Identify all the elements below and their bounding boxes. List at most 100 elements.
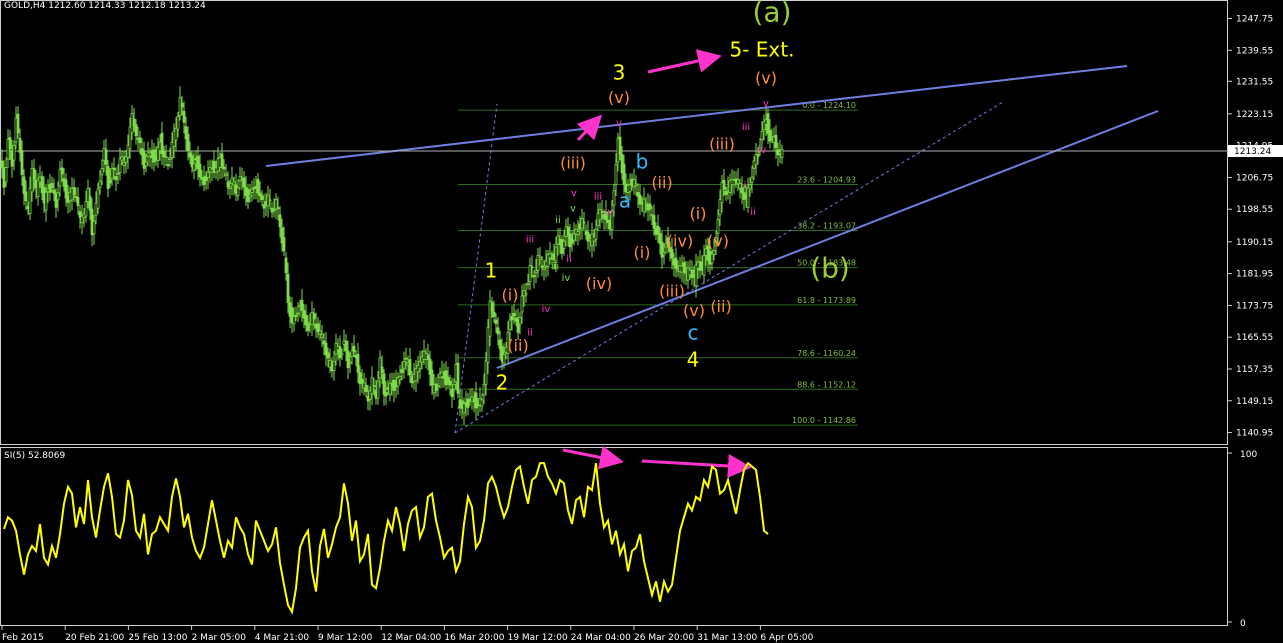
candle-body [292,315,296,325]
candle-body [576,231,580,236]
wave-label: (v) [683,301,705,320]
candle-body [710,253,714,264]
price-tick-label: 1140.95 [1236,429,1273,439]
candle-body [674,257,678,269]
trend-line-upper-ext[interactable] [804,65,1128,104]
candle-body [356,354,360,373]
candle-body [114,176,118,180]
candle-body [256,179,260,194]
candle-body [220,153,224,168]
wave-label: (iv) [586,274,612,293]
time-tick-label: 9 Mar 12:00 [318,633,373,643]
candle-body [24,191,28,202]
price-tick-label: 1206.75 [1236,173,1273,183]
candle-body [352,345,356,353]
time-tick-label: 20 Feb 21:00 [65,633,124,643]
candle-body [492,311,496,317]
wave-label: b [636,150,649,174]
candle-body [182,110,186,123]
wave-label: i [744,180,747,191]
candle-body [682,262,686,273]
candle-body [338,346,342,359]
candle-body [232,181,236,186]
candle-body [398,375,402,380]
candle-body [340,353,344,356]
wave-label: iii [742,122,750,133]
candle-body [272,209,276,212]
candle-body [642,198,646,213]
candle-body [376,380,380,399]
candle-body [524,292,528,296]
price-tick-label: 1223.15 [1236,110,1273,120]
candle-body [712,250,716,255]
candle-body [532,275,536,278]
fib-level-label: 38.2 - 1193.07 [797,221,856,230]
time-tick-label: 16 Mar 20:00 [444,633,504,643]
candle-body [364,385,368,392]
price-axis: 1247.751239.551231.551223.151214.951206.… [1228,14,1273,439]
candle-body [346,350,350,368]
candle-body [612,190,616,206]
candle-body [496,327,500,335]
candle-body [402,361,406,369]
fib-level-label: 100.0 - 1142.86 [792,416,856,425]
candle-body [722,180,726,190]
indicator-tick-label: 100 [1240,450,1257,460]
candle-body [306,324,310,331]
candle-body [632,179,636,188]
wave-label: 2 [496,371,509,395]
candle-body [600,210,604,213]
candle-body [180,102,184,108]
wave-label: 5- Ext. [730,37,795,61]
candle-body [160,132,164,154]
wave-label: ii [555,215,561,226]
candle-body [436,385,440,388]
wave-label: ii [566,254,572,265]
candle-body [634,183,638,186]
candle-body [268,199,272,202]
si-indicator-line [3,461,769,615]
wave-label: a [619,188,631,212]
candle-body [22,176,26,195]
wave-label: (ii) [651,173,672,192]
wave-label: (v) [608,88,630,107]
time-tick-label: 24 Mar 04:00 [571,633,631,643]
candle-body [582,221,586,224]
candle-body [32,168,36,180]
candle-body [84,201,88,217]
candle-body [404,357,408,360]
wave-label: (v) [755,68,777,87]
wave-label: (iii) [560,154,586,173]
candle-body [50,183,54,189]
fib-level-label: 88.6 - 1152.12 [797,380,856,389]
chart-canvas: 1247.751239.551231.551223.151214.951206.… [0,0,1283,643]
time-tick-label: 26 Mar 20:00 [634,633,694,643]
candle-body [430,369,434,386]
candle-body [294,314,298,317]
candle-body [656,225,660,235]
candle-body [262,204,266,209]
candle-body [580,218,584,230]
candle-body [60,167,64,175]
price-series [0,86,784,425]
price-tick-label: 1181.95 [1236,270,1273,280]
candle-body [164,156,168,159]
candle-body [282,237,286,252]
candle-body [112,167,116,171]
candle-body [372,385,376,388]
indicator-tick-label: 0 [1240,619,1246,629]
candle-body [144,161,148,167]
fibonacci-levels: 0.0 - 1224.1023.6 - 1204.9338.2 - 1193.0… [458,101,858,426]
wave-label: v [616,118,622,129]
divergence-arrow-rsi-1 [562,445,624,470]
candle-body [0,160,4,169]
candle-body [662,251,666,256]
candle-body [450,388,454,397]
candle-body [480,399,484,407]
candle-body [98,180,102,188]
price-tick-label: 1231.55 [1236,77,1273,87]
candle-body [548,253,552,259]
candle-body [258,192,262,197]
wave-label: iv [605,207,614,218]
time-tick-label: 6 Apr 05:00 [760,633,813,643]
